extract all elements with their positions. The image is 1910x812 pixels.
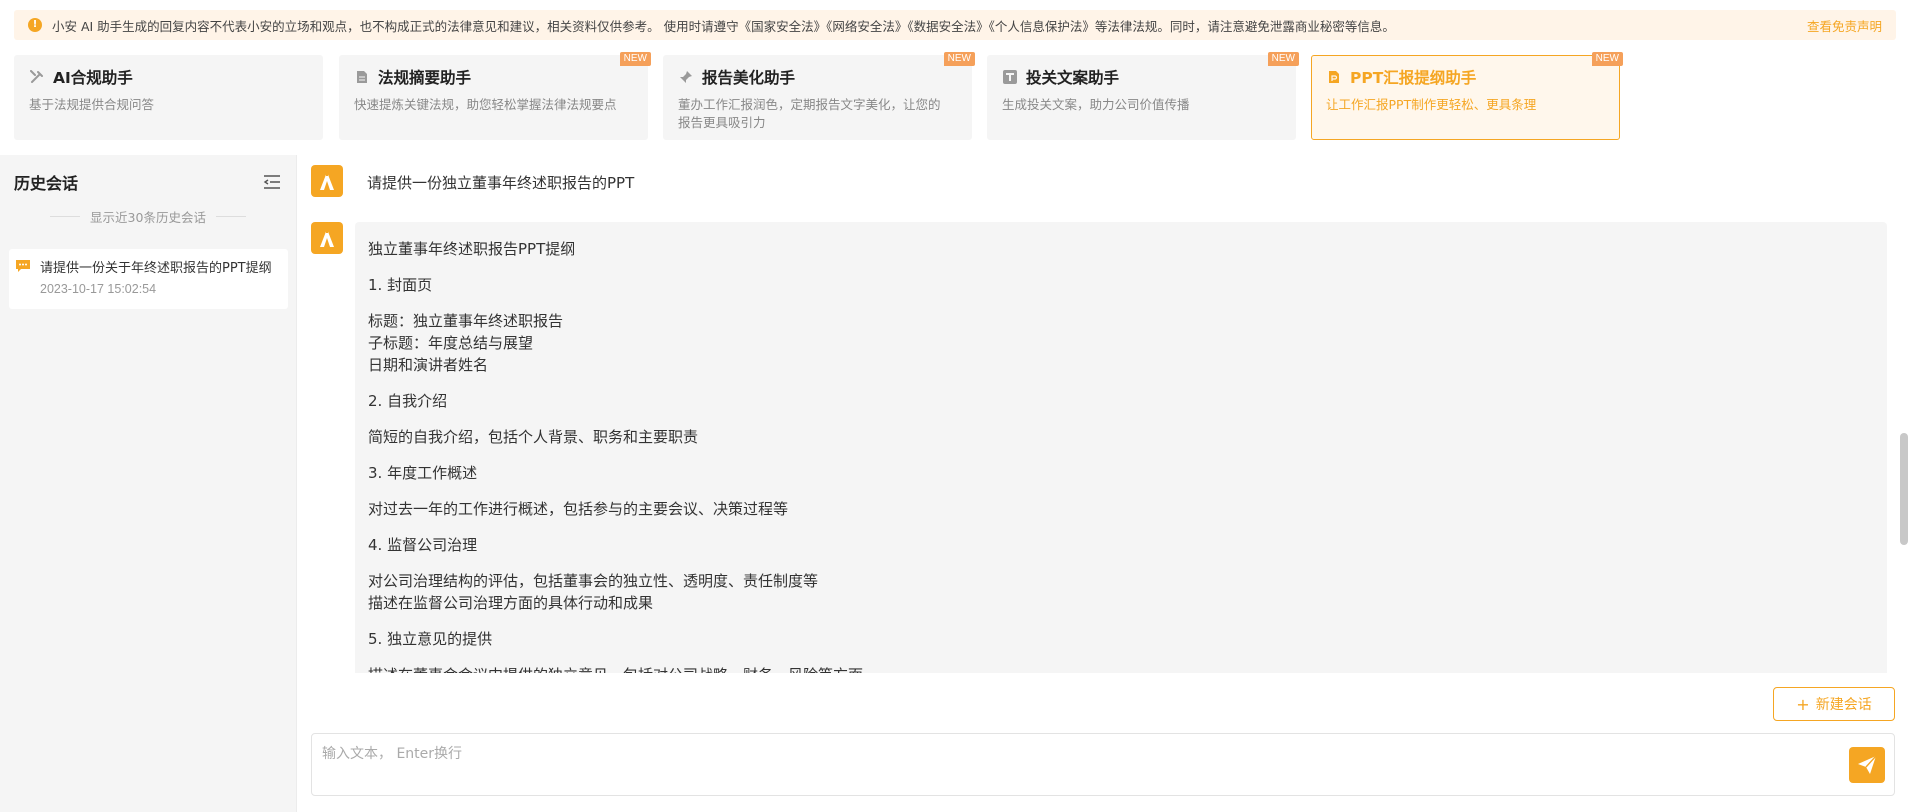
text-icon	[1002, 69, 1018, 85]
tool-desc: 快速提炼关键法规，助您轻松掌握法律法规要点	[354, 97, 617, 112]
history-sidebar: 历史会话 显示近30条历史会话 请提供一份关于年终述职报告的PPT提纲 2023…	[0, 155, 297, 812]
message-input-box	[311, 733, 1895, 796]
send-icon	[1858, 755, 1877, 774]
answer-section: 2. 自我介绍	[368, 392, 448, 410]
ppt-file-icon	[1326, 69, 1342, 85]
history-subtitle-text: 显示近30条历史会话	[90, 210, 206, 225]
sidebar-title: 历史会话	[14, 174, 79, 193]
new-chat-button[interactable]: + 新建会话	[1773, 687, 1895, 721]
tool-card-report-beautify[interactable]: NEW 报告美化助手 董办工作汇报润色，定期报告文字美化，让您的报告更具吸引力	[663, 52, 975, 140]
assistant-avatar	[311, 222, 343, 254]
answer-section: 5. 独立意见的提供	[368, 630, 493, 648]
divider	[50, 216, 81, 217]
answer-line: 描述在董事会会议中提供的独立意见，包括对公司战略、财务、风险等方面	[368, 664, 1874, 673]
send-button[interactable]	[1849, 747, 1885, 783]
answer-line: 日期和演讲者姓名	[368, 356, 489, 374]
answer-line: 对过去一年的工作进行概述，包括参与的主要会议、决策过程等	[368, 500, 789, 518]
user-avatar	[311, 165, 343, 197]
new-badge: NEW	[1591, 52, 1623, 66]
history-item[interactable]: 请提供一份关于年终述职报告的PPT提纲 2023-10-17 15:02:54	[9, 249, 288, 309]
tools-icon	[29, 69, 45, 85]
tool-desc: 生成投关文案，助力公司价值传播	[1002, 97, 1190, 112]
chat-main: 请提供一份独立董事年终述职报告的PPT 独立董事年终述职报告PPT提纲 1. 封…	[298, 155, 1910, 812]
answer-line: 子标题：年度总结与展望	[368, 334, 534, 352]
plus-icon: +	[1796, 694, 1810, 714]
history-item-title: 请提供一份关于年终述职报告的PPT提纲	[40, 261, 272, 276]
info-icon: !	[28, 18, 42, 32]
answer-line: 对公司治理结构的评估，包括董事会的独立性、透明度、责任制度等	[368, 572, 819, 590]
tool-title: 投关文案助手	[1026, 69, 1120, 87]
chat-messages[interactable]: 请提供一份独立董事年终述职报告的PPT 独立董事年终述职报告PPT提纲 1. 封…	[298, 155, 1910, 673]
answer-title: 独立董事年终述职报告PPT提纲	[368, 240, 576, 258]
answer-line: 描述在监督公司治理方面的具体行动和成果	[368, 594, 654, 612]
history-item-time: 2023-10-17 15:02:54	[40, 282, 157, 296]
answer-section: 3. 年度工作概述	[368, 464, 478, 482]
new-badge: NEW	[943, 52, 975, 66]
new-badge: NEW	[619, 52, 651, 66]
collapse-menu-icon[interactable]	[262, 172, 282, 192]
tool-card-ppt-outline[interactable]: NEW PPT汇报提纲助手 让工作汇报PPT制作更轻松、更具条理	[1311, 52, 1623, 140]
answer-block: 对公司治理结构的评估，包括董事会的独立性、透明度、责任制度等 描述在监督公司治理…	[368, 570, 1874, 614]
divider	[215, 216, 246, 217]
notice-text: 小安 AI 助手生成的回复内容不代表小安的立场和观点，也不构成正式的法律意见和建…	[52, 18, 1395, 34]
history-subtitle: 显示近30条历史会话	[0, 207, 296, 226]
new-badge: NEW	[1267, 52, 1299, 66]
answer-line: 标题：独立董事年终述职报告	[368, 312, 564, 330]
tool-desc: 基于法规提供合规问答	[29, 97, 155, 112]
new-chat-label: 新建会话	[1815, 697, 1872, 713]
answer-section: 1. 封面页	[368, 276, 433, 294]
answer-line: 简短的自我介绍，包括个人背景、职务和主要职责	[368, 428, 699, 446]
document-icon	[354, 69, 370, 85]
pin-icon	[678, 69, 694, 85]
assistant-answer: 独立董事年终述职报告PPT提纲 1. 封面页 标题：独立董事年终述职报告 子标题…	[355, 222, 1887, 673]
tool-title: 报告美化助手	[702, 69, 796, 87]
disclaimer-notice: ! 小安 AI 助手生成的回复内容不代表小安的立场和观点，也不构成正式的法律意见…	[14, 10, 1896, 40]
tool-title: AI合规助手	[53, 69, 133, 87]
tool-card-ir-copywriting[interactable]: NEW 投关文案助手 生成投关文案，助力公司价值传播	[987, 52, 1299, 140]
view-disclaimer-link[interactable]: 查看免责声明	[1807, 16, 1882, 35]
tool-title: 法规摘要助手	[378, 69, 472, 87]
tool-desc: 董办工作汇报润色，定期报告文字美化，让您的报告更具吸引力	[678, 97, 941, 130]
message-input[interactable]	[312, 734, 1894, 795]
tool-title: PPT汇报提纲助手	[1350, 69, 1477, 87]
chat-bubble-icon	[15, 259, 31, 273]
answer-block: 标题：独立董事年终述职报告 子标题：年度总结与展望 日期和演讲者姓名	[368, 310, 1874, 376]
tool-card-compliance[interactable]: AI合规助手 基于法规提供合规问答	[14, 55, 323, 140]
tool-desc: 让工作汇报PPT制作更轻松、更具条理	[1326, 97, 1537, 112]
tool-card-regulation-summary[interactable]: NEW 法规摘要助手 快速提炼关键法规，助您轻松掌握法律法规要点	[339, 52, 651, 140]
chat-scrollbar[interactable]	[1900, 433, 1908, 545]
answer-section: 4. 监督公司治理	[368, 536, 478, 554]
user-question: 请提供一份独立董事年终述职报告的PPT	[367, 174, 635, 192]
